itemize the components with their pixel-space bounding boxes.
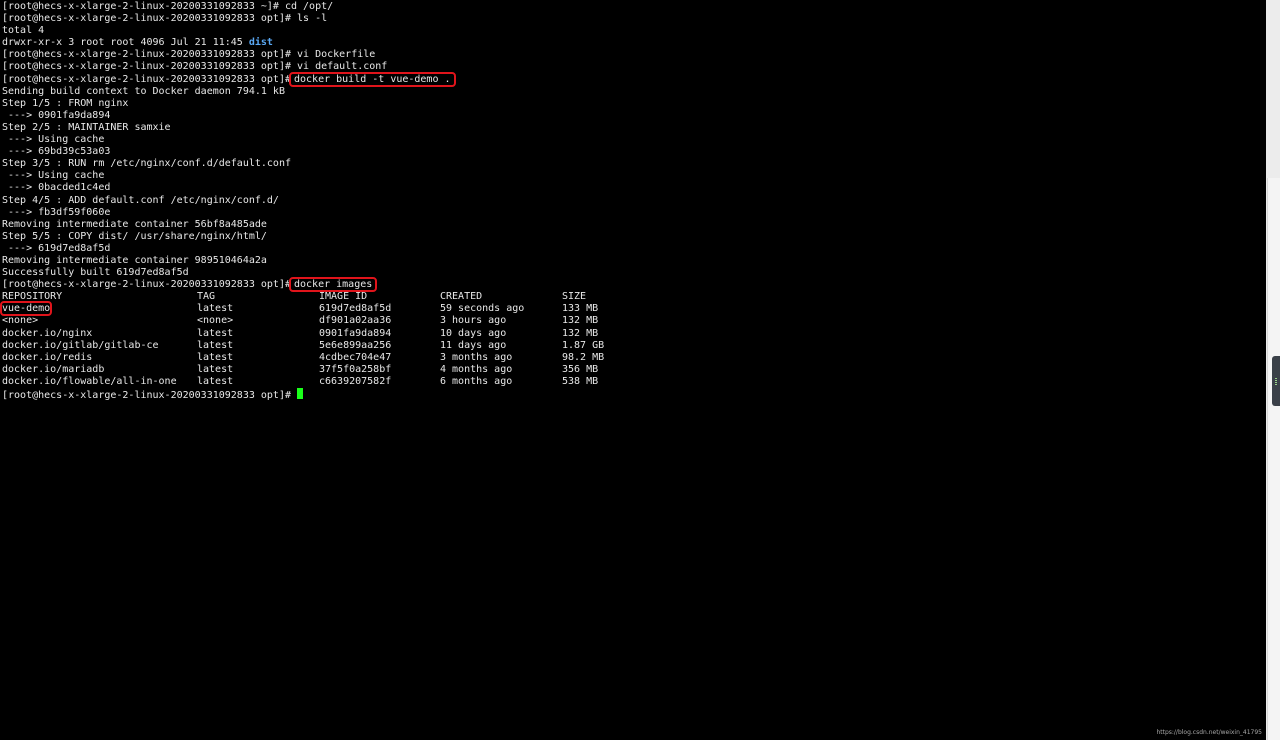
cell-image-id: 5e6e899aa256 <box>319 339 392 351</box>
cell-repository: docker.io/flowable/all-in-one <box>2 375 177 387</box>
terminal-line: Removing intermediate container 56bf8a48… <box>2 218 267 230</box>
terminal-input-line[interactable]: [root@hecs-x-xlarge-2-linux-202003310928… <box>2 388 1266 401</box>
terminal-line: Successfully built 619d7ed8af5d <box>2 267 189 279</box>
cell-tag: latest <box>197 327 234 339</box>
terminal-line: Step 5/5 : COPY dist/ /usr/share/nginx/h… <box>2 230 267 242</box>
vue-demo-highlight: vue-demo <box>0 301 53 317</box>
terminal-line: [root@hecs-x-xlarge-2-linux-202003310928… <box>2 1 334 12</box>
header-tag: TAG <box>197 291 216 303</box>
cell-repository: docker.io/gitlab/gitlab-ce <box>2 339 159 351</box>
cell-repository: <none> <box>2 315 39 327</box>
table-row: vue-demo latest 619d7ed8af5d 59 seconds ago… <box>0 301 1266 317</box>
shell-prompt: [root@hecs-x-xlarge-2-linux-202003310928… <box>2 390 291 401</box>
cell-created: 11 days ago <box>440 339 507 351</box>
cell-size: 133 MB <box>562 303 599 315</box>
shell-prompt: [root@hecs-x-xlarge-2-linux-202003310928… <box>2 73 291 85</box>
cell-size: 132 MB <box>562 327 599 339</box>
cell-image-id: c6639207582f <box>319 375 392 387</box>
cell-tag: <none> <box>197 315 234 327</box>
cell-repository: docker.io/redis <box>2 351 93 363</box>
terminal-window[interactable]: [root@hecs-x-xlarge-2-linux-202003310928… <box>0 0 1266 740</box>
table-row: docker.io/nginx latest 0901fa9da894 10 days… <box>2 328 1266 340</box>
cell-created: 3 hours ago <box>440 315 507 327</box>
cell-tag: latest <box>197 339 234 351</box>
terminal-line: total 4 <box>2 25 45 37</box>
terminal-line: drwxr-xr-x 3 root root 4096 Jul 21 11:45… <box>2 37 1266 49</box>
terminal-line: ---> fb3df59f060e <box>2 206 111 218</box>
cell-created: 4 months ago <box>440 363 513 375</box>
cell-created: 10 days ago <box>440 327 507 339</box>
cell-size: 538 MB <box>562 375 599 387</box>
cell-size: 1.87 GB <box>562 339 605 351</box>
terminal-line: ---> 0bacded1c4ed <box>2 182 111 194</box>
header-repository: REPOSITORY <box>2 291 63 303</box>
table-row: docker.io/gitlab/gitlab-ce latest 5e6e899a… <box>2 340 1266 352</box>
watermark: https://blog.csdn.net/weixin_41795 <box>1156 729 1262 736</box>
cell-tag: latest <box>197 375 234 387</box>
terminal-line: Step 1/5 : FROM nginx <box>2 97 129 109</box>
cell-image-id: 0901fa9da894 <box>319 327 392 339</box>
cell-tag: latest <box>197 351 234 363</box>
terminal-line: Step 2/5 : MAINTAINER samxie <box>2 121 171 133</box>
cell-created: 6 months ago <box>440 375 513 387</box>
scrollbar-thumb[interactable] <box>1267 178 1280 740</box>
table-row: docker.io/flowable/all-in-one latest c6639… <box>2 376 1266 388</box>
shell-prompt: [root@hecs-x-xlarge-2-linux-202003310928… <box>2 279 291 291</box>
cell-created: 3 months ago <box>440 351 513 363</box>
ls-output-text: drwxr-xr-x 3 root root 4096 Jul 21 11:45 <box>2 37 249 49</box>
cell-repository: docker.io/nginx <box>2 327 93 339</box>
text-cursor <box>297 388 304 399</box>
terminal-line: [root@hecs-x-xlarge-2-linux-202003310928… <box>2 61 388 73</box>
side-panel-handle[interactable] <box>1272 356 1280 406</box>
cell-repository: docker.io/mariadb <box>2 363 105 375</box>
build-command-highlight: docker build -t vue-demo . <box>288 71 456 87</box>
images-table-header: REPOSITORY TAG IMAGE ID CREATED SIZE <box>2 291 1266 303</box>
cell-image-id: df901a02aa36 <box>319 315 392 327</box>
terminal-line: [root@hecs-x-xlarge-2-linux-202003310928… <box>2 71 1266 87</box>
terminal-line: Sending build context to Docker daemon 7… <box>2 85 285 97</box>
terminal-line: [root@hecs-x-xlarge-2-linux-202003310928… <box>2 277 1266 293</box>
cell-image-id: 4cdbec704e47 <box>319 351 392 363</box>
terminal-line: [root@hecs-x-xlarge-2-linux-202003310928… <box>2 13 328 25</box>
header-size: SIZE <box>562 291 587 303</box>
terminal-line: Removing intermediate container 98951046… <box>2 254 267 266</box>
header-created: CREATED <box>440 291 483 303</box>
grip-icon <box>1275 378 1277 386</box>
terminal-line: Step 3/5 : RUN rm /etc/nginx/conf.d/defa… <box>2 158 291 170</box>
cell-image-id: 619d7ed8af5d <box>319 303 392 315</box>
terminal-line: [root@hecs-x-xlarge-2-linux-202003310928… <box>2 49 376 61</box>
table-row: <none> <none> df901a02aa36 3 hours ago 132 M… <box>2 315 1266 327</box>
directory-name: dist <box>248 37 273 49</box>
terminal-line: ---> Using cache <box>2 134 105 146</box>
terminal-line: Step 4/5 : ADD default.conf /etc/nginx/c… <box>2 194 279 206</box>
cell-size: 356 MB <box>562 363 599 375</box>
cell-created: 59 seconds ago <box>440 303 525 315</box>
header-image-id: IMAGE ID <box>319 291 368 303</box>
terminal-line: ---> 69bd39c53a03 <box>2 146 111 158</box>
table-row: docker.io/redis latest 4cdbec704e47 3 month… <box>2 352 1266 364</box>
terminal-line: ---> Using cache <box>2 170 105 182</box>
cell-size: 98.2 MB <box>562 351 605 363</box>
table-row: docker.io/mariadb latest 37f5f0a258bf 4 mon… <box>2 364 1266 376</box>
cell-image-id: 37f5f0a258bf <box>319 363 392 375</box>
cell-tag: latest <box>197 303 234 315</box>
terminal-line: ---> 619d7ed8af5d <box>2 242 111 254</box>
terminal-line: ---> 0901fa9da894 <box>2 109 111 121</box>
cell-size: 132 MB <box>562 315 599 327</box>
images-command-highlight: docker images <box>288 277 378 293</box>
cell-tag: latest <box>197 363 234 375</box>
